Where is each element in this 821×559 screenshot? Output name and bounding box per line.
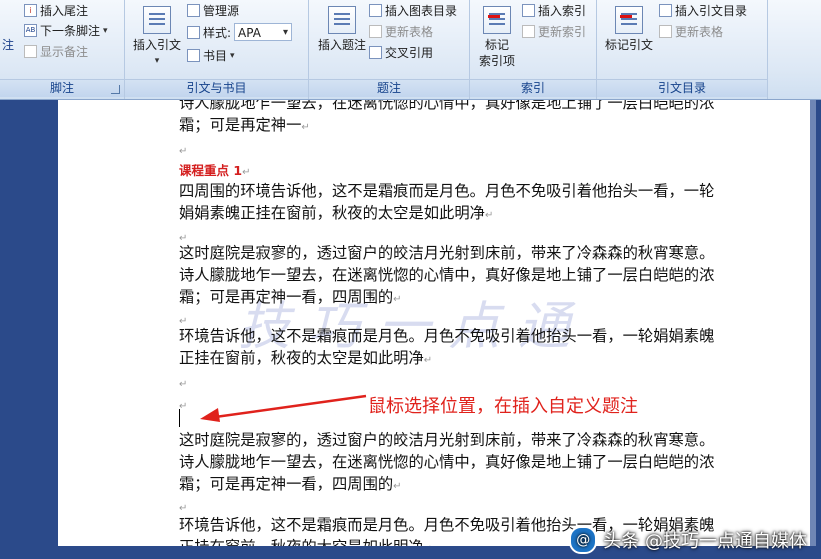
mark-citation-button[interactable]: 标记引文 xyxy=(601,6,657,53)
text-line[interactable]: 霜；可是再定神一↵ xyxy=(179,114,739,139)
update-table-button[interactable]: 更新表格 xyxy=(369,23,433,40)
bibliography-icon xyxy=(187,49,200,62)
arrow-line xyxy=(207,394,367,420)
text-line[interactable]: 诗人朦胧地乍一望去，在迷离恍惚的心情中，真好像是地上铺了一层白皑皑的浓 xyxy=(179,100,739,114)
insert-citation-button[interactable]: 插入引文 ▾ xyxy=(129,6,185,69)
footnotes-group-label: 脚注 xyxy=(0,79,124,97)
update-index-button[interactable]: 更新索引 xyxy=(522,23,586,40)
insert-index-icon xyxy=(522,4,535,17)
text-line[interactable]: 诗人朦胧地乍一望去，在迷离恍惚的心情中，真好像是地上铺了一层白皑皑的浓 xyxy=(179,264,739,286)
insert-toa-button[interactable]: 插入引文目录 xyxy=(659,2,747,19)
cross-reference-button[interactable]: 交叉引用 xyxy=(369,44,433,61)
endnote-icon: i xyxy=(24,4,37,17)
word-window: i 插入尾注 AB 下一条脚注 ▾ 显示备注 注 脚注 插入引文 ▾ 管理源 样… xyxy=(0,0,821,559)
text-line[interactable]: 诗人朦胧地乍一望去，在迷离恍惚的心情中，真好像是地上铺了一层白皑皑的浓 xyxy=(179,451,739,473)
next-footnote-icon: AB xyxy=(24,24,37,37)
text-line[interactable]: 这时庭院是寂寥的，透过窗户的皎洁月光射到床前，带来了冷森森的秋宵寒意。 xyxy=(179,242,739,264)
footnote-side-icon: 注 xyxy=(2,38,15,52)
toutiao-logo-icon: @ xyxy=(569,526,598,554)
style-selector[interactable]: 样式: APA xyxy=(187,23,293,42)
text-line[interactable]: 四周围的环境告诉他，这不是霜痕而是月色。月色不免吸引着他抬头一看，一轮 xyxy=(179,180,739,202)
arrow-head xyxy=(200,408,220,422)
index-group: 标记 索引项 插入索引 更新索引 索引 xyxy=(470,0,597,99)
bibliography-button[interactable]: 书目 ▾ xyxy=(187,47,235,64)
update-toa-icon xyxy=(659,25,672,38)
footnotes-dialog-launcher[interactable] xyxy=(111,85,120,94)
insert-endnote-button[interactable]: i 插入尾注 xyxy=(24,2,88,19)
annotation-text: 鼠标选择位置，在插入自定义题注 xyxy=(368,396,638,417)
update-table-icon xyxy=(369,25,382,38)
manage-sources-icon xyxy=(187,4,200,17)
text-line[interactable]: 环境告诉他，这不是霜痕而是月色。月色不免吸引着他抬头一看，一轮娟娟素魄 xyxy=(179,325,739,347)
cross-reference-icon xyxy=(369,46,382,59)
insert-caption-button[interactable]: 插入题注 xyxy=(313,6,371,53)
next-footnote-button[interactable]: AB 下一条脚注 ▾ xyxy=(24,22,108,39)
manage-sources-button[interactable]: 管理源 xyxy=(187,2,239,19)
mark-entry-button[interactable]: 标记 索引项 xyxy=(474,6,520,69)
source-badge: @ 头条 @技巧一点通自媒体 xyxy=(569,525,807,555)
references-ribbon: i 插入尾注 AB 下一条脚注 ▾ 显示备注 注 脚注 插入引文 ▾ 管理源 样… xyxy=(0,0,821,100)
style-icon xyxy=(187,25,200,39)
page-shadow xyxy=(810,100,816,546)
text-line[interactable]: 娟娟素魄正挂在窗前，秋夜的太空是如此明净↵ xyxy=(179,202,739,227)
insert-index-button[interactable]: 插入索引 xyxy=(522,2,586,19)
document-page[interactable]: 技巧一点通 诗人朦胧地乍一望去，在迷离恍惚的心情中，真好像是地上铺了一层白皑皑的… xyxy=(58,100,810,546)
captions-group-label: 题注 xyxy=(309,79,469,97)
chevron-down-icon: ▾ xyxy=(103,25,108,36)
update-toa-button[interactable]: 更新表格 xyxy=(659,23,723,40)
show-notes-button[interactable]: 显示备注 xyxy=(24,43,88,60)
table-of-authorities-group: 标记引文 插入引文目录 更新表格 引文目录 xyxy=(597,0,768,99)
insert-toa-icon xyxy=(659,4,672,17)
show-notes-icon xyxy=(24,45,37,58)
mark-citation-icon xyxy=(615,6,643,34)
update-index-icon xyxy=(522,25,535,38)
text-line[interactable]: 这时庭院是寂寥的，透过窗户的皎洁月光射到床前，带来了冷森森的秋宵寒意。 xyxy=(179,429,739,451)
insert-citation-icon xyxy=(143,6,171,34)
text-line[interactable]: 正挂在窗前，秋夜的太空是如此明净↵ xyxy=(179,347,739,372)
style-dropdown[interactable]: APA xyxy=(234,23,293,42)
citations-group: 插入引文 ▾ 管理源 样式: APA 书目 ▾ 引文与书目 xyxy=(125,0,309,99)
index-group-label: 索引 xyxy=(470,79,596,97)
chevron-down-icon: ▾ xyxy=(154,56,160,66)
insert-table-of-figures-button[interactable]: 插入图表目录 xyxy=(369,2,457,19)
captions-group: 插入题注 插入图表目录 更新表格 交叉引用 题注 xyxy=(309,0,470,99)
footnotes-group: i 插入尾注 AB 下一条脚注 ▾ 显示备注 注 脚注 xyxy=(0,0,125,99)
chevron-down-icon: ▾ xyxy=(230,50,235,61)
red-mark-icon xyxy=(620,15,632,18)
citations-group-label: 引文与书目 xyxy=(125,79,308,97)
text-cursor xyxy=(179,409,180,427)
red-mark-icon xyxy=(488,15,500,18)
mark-entry-icon xyxy=(483,6,511,34)
insert-caption-icon xyxy=(328,6,356,34)
table-of-authorities-group-label: 引文目录 xyxy=(597,79,767,97)
table-of-figures-icon xyxy=(369,4,382,17)
